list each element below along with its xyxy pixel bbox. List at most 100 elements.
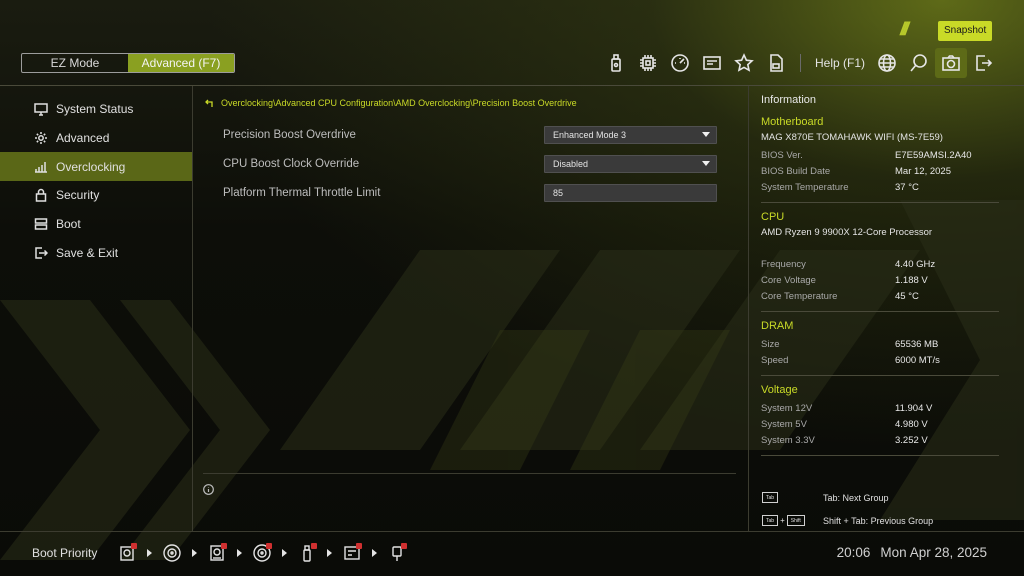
key-hint-text: Tab: Next Group <box>823 492 889 503</box>
header-divider <box>0 85 1024 86</box>
usb-key-icon[interactable] <box>383 541 411 565</box>
search-icon[interactable] <box>903 48 935 78</box>
arrow-right-icon <box>276 549 293 557</box>
info-icon <box>203 482 214 495</box>
favorites-star-icon[interactable] <box>728 48 760 78</box>
boot-badge <box>221 543 227 549</box>
ez-mode-button[interactable]: EZ Mode <box>22 54 128 72</box>
sidebar-item-label: Advanced <box>56 131 110 146</box>
network-boot-icon[interactable] <box>113 541 141 565</box>
boot-badge <box>266 543 272 549</box>
optical-disc-icon[interactable] <box>248 541 276 565</box>
motherboard-model: MAG X870E TOMAHAWK WIFI (MS-7E59) <box>761 132 943 143</box>
sidebar-item-boot[interactable]: Boot <box>0 210 192 239</box>
help-button[interactable]: Help (F1) <box>809 56 871 70</box>
help-area-divider <box>203 473 736 474</box>
sidebar-item-advanced[interactable]: Advanced <box>0 124 192 153</box>
input-value: 85 <box>553 187 564 198</box>
boot-badge <box>311 543 317 549</box>
clock: 20:06 Mon Apr 28, 2025 <box>837 545 987 560</box>
shift-key-icon: Shift <box>786 515 805 526</box>
snapshot-tooltip: Snapshot <box>938 21 993 41</box>
camera-icon[interactable] <box>935 48 968 78</box>
info-row: BIOS Build Date Mar 12, 2025 <box>761 163 999 179</box>
hardware-monitor-icon[interactable] <box>696 48 728 78</box>
info-row: BIOS Ver. E7E59AMSI.2A40 <box>761 147 999 163</box>
info-row: Speed 6000 MT/s <box>761 352 999 368</box>
info-key: System 5V <box>761 418 807 430</box>
breadcrumb[interactable]: Overclocking\Advanced CPU Configuration\… <box>205 98 577 108</box>
key-hints: Tab Tab: Next Group Tab + Shift Shift + … <box>762 486 933 532</box>
dropdown-value: Disabled <box>553 158 589 169</box>
gear-icon <box>35 132 47 145</box>
sidebar-item-save-exit[interactable]: Save & Exit <box>0 238 192 267</box>
file-icon[interactable] <box>760 48 792 78</box>
boot-badge <box>356 543 362 549</box>
info-value: 1.188 V <box>895 274 928 286</box>
info-row: Size 65536 MB <box>761 336 999 352</box>
info-value: 4.40 GHz <box>895 258 936 270</box>
lock-icon <box>35 189 47 203</box>
info-row: Core Temperature 45 °C <box>761 288 999 304</box>
globe-icon[interactable] <box>871 48 903 78</box>
boot-priority-label: Boot Priority <box>32 546 98 560</box>
arrow-right-icon <box>231 549 248 557</box>
info-key: Size <box>761 338 780 350</box>
section-heading: Motherboard <box>761 116 824 128</box>
section-heading: CPU <box>761 211 785 223</box>
cpu-section: CPU AMD Ryzen 9 9900X 12-Core Processor … <box>761 211 999 312</box>
advanced-mode-button[interactable]: Advanced (F7) <box>128 54 234 72</box>
settings-list: Precision Boost Overdrive Enhanced Mode … <box>223 120 717 207</box>
gauge-icon[interactable] <box>664 48 696 78</box>
sidebar-item-label: Save & Exit <box>56 245 119 260</box>
boot-drive-icon <box>34 218 48 230</box>
sidebar-item-system-status[interactable]: System Status <box>0 95 192 124</box>
info-key: BIOS Build Date <box>761 165 831 177</box>
toolbar-separator <box>800 54 801 72</box>
usb-drive-icon[interactable] <box>338 541 366 565</box>
usb-icon[interactable] <box>293 541 321 565</box>
info-value: 6000 MT/s <box>895 354 940 366</box>
info-row: Frequency 4.40 GHz <box>761 256 999 272</box>
hard-drive-icon[interactable] <box>203 541 231 565</box>
back-arrow-icon[interactable] <box>205 98 215 108</box>
precision-boost-overdrive-dropdown[interactable]: Enhanced Mode 3 <box>544 125 717 144</box>
sidebar-item-security[interactable]: Security <box>0 181 192 210</box>
brand-stripes-logo: /// <box>900 19 909 39</box>
optical-disc-icon[interactable] <box>158 541 186 565</box>
info-key: System Temperature <box>761 181 849 193</box>
exit-icon[interactable] <box>967 48 999 78</box>
caret-down-icon <box>702 132 710 137</box>
sidebar-item-label: Security <box>56 188 100 203</box>
setting-row-cpu-boost-clock-override[interactable]: CPU Boost Clock Override Disabled <box>223 149 717 178</box>
voltage-section: Voltage System 12V 11.904 V System 5V 4.98… <box>761 384 999 456</box>
info-value: E7E59AMSI.2A40 <box>895 149 972 161</box>
chart-bars-icon <box>35 161 47 173</box>
boot-badge <box>401 543 407 549</box>
tab-key-icon: Tab <box>762 515 779 526</box>
motherboard-section: Motherboard MAG X870E TOMAHAWK WIFI (MS-… <box>761 116 999 203</box>
section-heading: DRAM <box>761 320 794 332</box>
cpu-icon[interactable] <box>632 48 664 78</box>
info-value: 11.904 V <box>895 402 933 414</box>
sidebar-item-label: System Status <box>56 102 134 117</box>
key-combo: Tab <box>762 492 823 503</box>
info-key: System 12V <box>761 402 813 414</box>
information-panel: Information Motherboard MAG X870E TOMAHA… <box>761 94 999 464</box>
section-heading: Voltage <box>761 384 798 396</box>
key-combo: Tab + Shift <box>762 515 823 526</box>
sidebar-item-overclocking[interactable]: Overclocking <box>0 152 192 182</box>
mode-switch[interactable]: EZ Mode Advanced (F7) <box>21 53 235 73</box>
information-title: Information <box>761 94 817 106</box>
setting-row-precision-boost-overdrive[interactable]: Precision Boost Overdrive Enhanced Mode … <box>223 120 717 149</box>
cpu-boost-clock-override-dropdown[interactable]: Disabled <box>544 154 717 173</box>
usb-flash-icon[interactable] <box>600 48 632 78</box>
key-hint-previous-group: Tab + Shift Shift + Tab: Previous Group <box>762 509 933 532</box>
tab-key-icon: Tab <box>762 492 779 503</box>
info-key: Core Voltage <box>761 274 816 286</box>
setting-row-platform-thermal-throttle-limit[interactable]: Platform Thermal Throttle Limit 85 <box>223 178 717 207</box>
info-value: 65536 MB <box>895 338 939 350</box>
info-row: System 12V 11.904 V <box>761 400 999 416</box>
platform-thermal-throttle-limit-input[interactable]: 85 <box>544 183 717 202</box>
